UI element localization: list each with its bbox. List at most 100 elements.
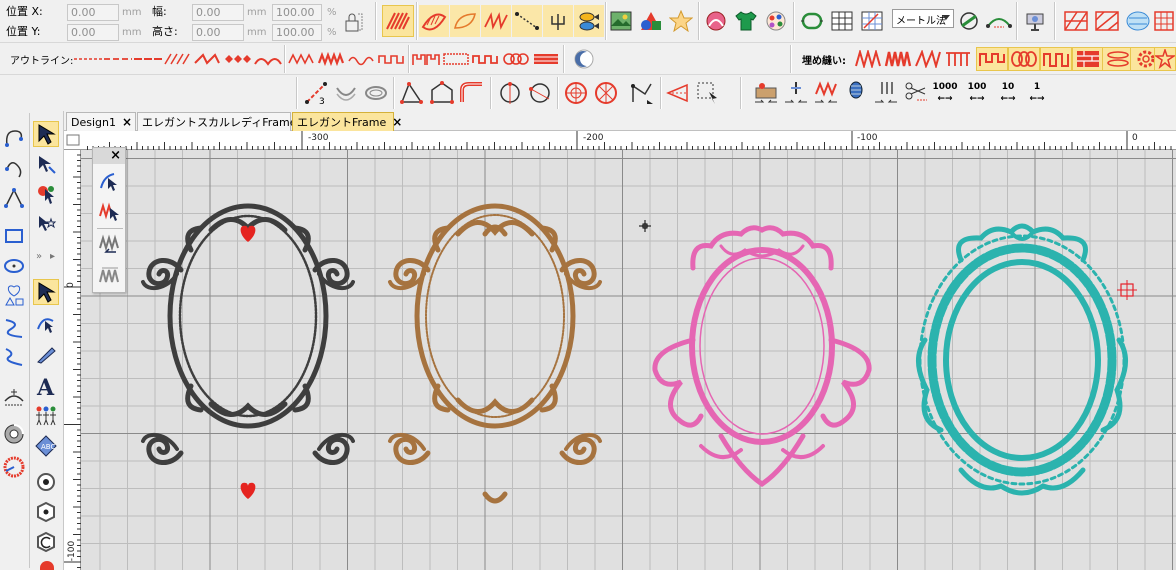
grid-icon[interactable] [827,5,857,37]
fill-stitch-pattern-icon[interactable] [382,5,414,37]
direction-arrow-icon[interactable] [664,79,692,107]
line-segment-icon[interactable]: 3 [302,79,330,107]
fill-brick-icon[interactable] [1072,47,1104,71]
tshirt-icon[interactable] [731,5,761,37]
diagonal-fill-icon[interactable] [1092,5,1122,37]
fill-steps-icon[interactable] [1040,47,1072,71]
outline-double-dash-icon[interactable] [132,47,164,71]
spiral-fill-icon[interactable] [592,79,620,107]
node-path-icon[interactable] [628,79,656,107]
outline-satin-icon[interactable] [316,47,348,71]
outline-fan-icon[interactable] [252,47,284,71]
close-icon[interactable]: × [110,148,121,163]
close-icon[interactable]: × [392,115,402,129]
freehand-tool-icon[interactable] [1,155,27,181]
motif-square-wave-icon[interactable] [470,47,502,71]
curve-path-icon[interactable] [984,5,1014,37]
width-field[interactable]: 0.00 [192,4,244,21]
curve-tool-icon[interactable] [1,315,27,341]
fill-dense-zigzag-icon[interactable] [882,47,914,71]
outline-triple-icon[interactable] [162,47,194,71]
stitch-point-icon[interactable] [33,469,59,495]
frame-black[interactable] [143,203,353,499]
fill-zigzag-icon[interactable] [852,47,884,71]
shapes-icon[interactable] [636,5,666,37]
monogram-tool-icon[interactable]: ABC [33,433,59,459]
bobbin-move-icon[interactable] [842,79,870,107]
cross-fill-icon[interactable] [1061,5,1091,37]
knife-tool-icon[interactable] [33,341,59,367]
fill-comb-icon[interactable] [942,47,974,71]
stitch-forward-icon[interactable] [96,262,124,288]
red-shape-icon[interactable] [40,561,54,570]
motif-bar-icon[interactable] [530,47,562,71]
shapes-tool-icon[interactable] [1,283,27,309]
motif-candy-icon[interactable] [440,47,472,71]
reshape-arrow-icon[interactable] [96,168,124,194]
select-stitch-icon[interactable] [694,79,722,107]
cross-stitch-fill-icon[interactable] [1123,5,1153,37]
frame-teal[interactable] [916,223,1128,496]
text-tool-icon[interactable]: A [33,373,59,399]
radial-fill-icon[interactable] [562,79,590,107]
appliqué-icon[interactable] [701,5,731,37]
grid-snap-icon[interactable] [857,5,887,37]
color-palette-icon[interactable] [761,5,791,37]
stitch-ring-tool-icon[interactable] [1,454,27,480]
motif-castle-icon[interactable] [410,47,442,71]
flower-motif-icon[interactable] [666,5,696,37]
running-stitch-icon[interactable] [512,5,542,37]
arc-node-icon[interactable] [458,79,486,107]
select-star-icon[interactable] [33,211,59,237]
hoop-icon[interactable] [797,5,827,37]
fish-motif-icon[interactable] [574,5,604,37]
outline-dashed-icon[interactable] [72,47,104,71]
step-100-button[interactable]: 100 ←→ [962,79,992,107]
ring-tool-icon[interactable] [362,79,390,107]
satin-pattern-icon[interactable] [419,5,449,37]
circle-cut-icon[interactable] [526,79,554,107]
palette-expand-icon[interactable]: ▸ [50,251,55,262]
fill-loops-icon[interactable] [1008,47,1040,71]
machine-icon[interactable] [752,79,780,107]
outline-slant-icon[interactable] [192,47,224,71]
fill-star-icon[interactable] [1154,47,1176,71]
frame-brown[interactable] [390,203,600,504]
outline-step-icon[interactable] [376,47,408,71]
people-text-icon[interactable] [33,403,59,429]
close-icon[interactable]: × [122,115,132,129]
motif-loop-icon[interactable] [500,47,532,71]
stitch-back-icon[interactable] [96,232,124,258]
stitch-simulator-icon[interactable] [954,5,984,37]
ellipse-tool-icon[interactable] [1,253,27,279]
units-select[interactable]: メートル法 [892,9,954,28]
height-percent-field[interactable]: 100.00 [272,24,322,41]
outline-dash-long-icon[interactable] [102,47,134,71]
width-percent-field[interactable]: 100.00 [272,4,322,21]
hexagon-point-icon[interactable] [33,499,59,525]
circle-split-icon[interactable] [496,79,524,107]
frame-pink[interactable] [652,225,872,488]
image-import-icon[interactable] [606,5,636,37]
reshape-tool-icon[interactable] [33,311,59,337]
spiral-point-icon[interactable] [33,529,59,555]
scissors-icon[interactable] [902,79,930,107]
polygon-node-icon[interactable] [398,79,426,107]
hoop-move-tool-icon[interactable] [1,385,27,411]
select-arrow-icon[interactable] [33,121,59,147]
height-field[interactable]: 0.00 [192,24,244,41]
palette-more-icon[interactable]: » [36,251,42,262]
rectangle-tool-icon[interactable] [1,223,27,249]
leaf-pattern-icon[interactable] [450,5,480,37]
bezier-tool-icon[interactable] [1,125,27,151]
step-1-button[interactable]: 1 ←→ [1022,79,1052,107]
step-1000-button[interactable]: 1000 ←→ [930,79,960,107]
fill-wave-icon[interactable] [912,47,944,71]
lock-aspect-icon[interactable] [340,8,368,36]
cd-tool-icon[interactable] [1,421,27,447]
trident-stitch-icon[interactable] [543,5,573,37]
trim-move-icon[interactable] [872,79,900,107]
wave-tool-icon[interactable] [1,343,27,369]
node-select-arrow-icon[interactable] [33,279,59,305]
outline-diamond-icon[interactable] [222,47,254,71]
